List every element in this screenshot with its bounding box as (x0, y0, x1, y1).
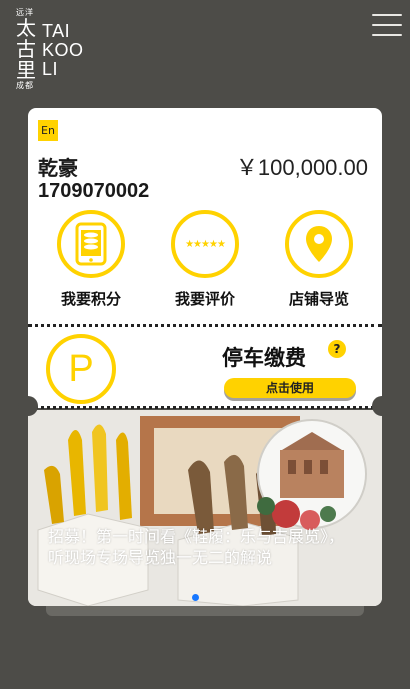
logo-latin-1: TAI (42, 21, 71, 41)
card-notch-left (18, 396, 38, 416)
action-earn-points-label: 我要积分 (60, 290, 121, 308)
action-store-guide[interactable]: 店铺导览 (264, 210, 374, 309)
action-review-label: 我要评价 (174, 290, 235, 308)
divider (28, 324, 382, 327)
logo-han-3: 里 (16, 58, 36, 82)
banner-image (28, 410, 382, 606)
language-toggle-button[interactable]: En (38, 120, 58, 141)
logo-latin-3: LI (42, 59, 59, 79)
member-card: En 乾豪 1709070002 ￥100,000.00 我要积分 ★★★★★ … (28, 108, 382, 409)
user-phone: 1709070002 (38, 180, 150, 202)
quick-actions: 我要积分 ★★★★★ 我要评价 店铺导览 (28, 210, 382, 315)
logo-latin-2: KOO (42, 40, 84, 60)
carousel-indicator[interactable] (192, 594, 199, 601)
location-pin-icon (285, 210, 353, 278)
parking-icon: P (46, 334, 116, 404)
menu-line (372, 14, 402, 16)
logo-chinese: 远洋 太 古 里 成都 (16, 8, 40, 91)
carousel-dot-active[interactable] (192, 594, 199, 601)
promo-banner[interactable]: 招募！第一时间看《鞋履：乐与吉展览》，听现场专场导览独一无二的解说 (28, 410, 382, 606)
logo-han-1: 太 (16, 16, 36, 40)
action-earn-points[interactable]: 我要积分 (36, 210, 146, 309)
phone-coins-icon (57, 210, 125, 278)
help-icon[interactable]: ? (328, 340, 346, 358)
action-review[interactable]: ★★★★★ 我要评价 (150, 210, 260, 309)
card-notch-right (372, 396, 392, 416)
logo-bottom-small: 成都 (16, 81, 34, 90)
banner-caption: 招募！第一时间看《鞋履：乐与吉展览》，听现场专场导览独一无二的解说 (48, 527, 345, 567)
parking-letter: P (68, 347, 94, 390)
divider (28, 406, 382, 409)
parking-use-button[interactable]: 点击使用 (224, 378, 356, 398)
brand-logo[interactable]: 远洋 太 古 里 成都 TAI KOO LI (16, 8, 83, 100)
action-store-guide-label: 店铺导览 (288, 290, 349, 308)
parking-title: 停车缴费 (222, 346, 306, 370)
menu-line (372, 34, 402, 36)
logo-han-2: 古 (16, 37, 36, 61)
five-stars-icon: ★★★★★ (171, 210, 239, 278)
logo-latin: TAI KOO LI (42, 22, 84, 79)
hamburger-menu-icon[interactable] (372, 14, 402, 40)
account-balance: ￥100,000.00 (235, 155, 368, 180)
menu-line (372, 24, 402, 26)
user-name: 乾豪 (38, 156, 78, 180)
